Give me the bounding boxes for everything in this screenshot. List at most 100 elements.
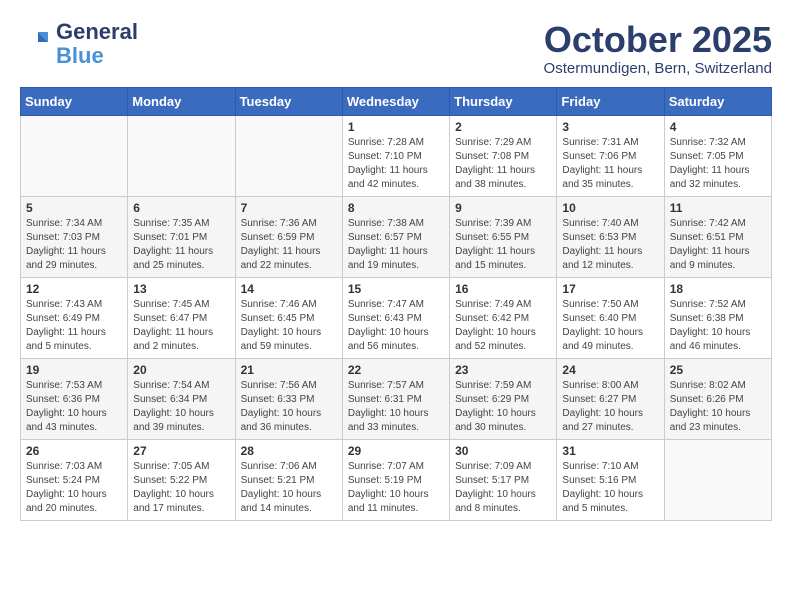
day-header-sunday: Sunday xyxy=(21,87,128,115)
week-row-2: 12 Sunrise: 7:43 AM Sunset: 6:49 PM Dayli… xyxy=(21,277,772,358)
day-number: 18 xyxy=(670,282,766,296)
calendar-cell: 30 Sunrise: 7:09 AM Sunset: 5:17 PM Dayli… xyxy=(450,439,557,520)
day-number: 15 xyxy=(348,282,444,296)
day-number: 26 xyxy=(26,444,122,458)
calendar-cell: 29 Sunrise: 7:07 AM Sunset: 5:19 PM Dayli… xyxy=(342,439,449,520)
header: General Blue October 2025 Ostermundigen,… xyxy=(20,20,772,77)
day-number: 2 xyxy=(455,120,551,134)
day-info: Sunrise: 8:00 AM Sunset: 6:27 PM Dayligh… xyxy=(562,379,658,435)
day-number: 4 xyxy=(670,120,766,134)
day-info: Sunrise: 7:28 AM Sunset: 7:10 PM Dayligh… xyxy=(348,136,444,192)
calendar-cell: 13 Sunrise: 7:45 AM Sunset: 6:47 PM Dayli… xyxy=(128,277,235,358)
day-number: 30 xyxy=(455,444,551,458)
day-header-tuesday: Tuesday xyxy=(235,87,342,115)
day-info: Sunrise: 7:05 AM Sunset: 5:22 PM Dayligh… xyxy=(133,460,229,516)
day-header-monday: Monday xyxy=(128,87,235,115)
day-number: 27 xyxy=(133,444,229,458)
day-info: Sunrise: 7:35 AM Sunset: 7:01 PM Dayligh… xyxy=(133,217,229,273)
calendar-cell: 28 Sunrise: 7:06 AM Sunset: 5:21 PM Dayli… xyxy=(235,439,342,520)
day-number: 29 xyxy=(348,444,444,458)
calendar-cell: 14 Sunrise: 7:46 AM Sunset: 6:45 PM Dayli… xyxy=(235,277,342,358)
calendar-cell: 8 Sunrise: 7:38 AM Sunset: 6:57 PM Daylig… xyxy=(342,196,449,277)
day-info: Sunrise: 7:38 AM Sunset: 6:57 PM Dayligh… xyxy=(348,217,444,273)
day-header-thursday: Thursday xyxy=(450,87,557,115)
day-number: 23 xyxy=(455,363,551,377)
day-number: 16 xyxy=(455,282,551,296)
calendar-cell: 4 Sunrise: 7:32 AM Sunset: 7:05 PM Daylig… xyxy=(664,115,771,196)
day-number: 21 xyxy=(241,363,337,377)
week-row-1: 5Sunrise: 7:34 AM Sunset: 7:03 PM Daylig… xyxy=(21,196,772,277)
day-info: Sunrise: 7:43 AM Sunset: 6:49 PM Dayligh… xyxy=(26,298,122,354)
calendar-cell: 15 Sunrise: 7:47 AM Sunset: 6:43 PM Dayli… xyxy=(342,277,449,358)
day-number: 7 xyxy=(241,201,337,215)
day-info: Sunrise: 7:36 AM Sunset: 6:59 PM Dayligh… xyxy=(241,217,337,273)
calendar-cell: 12 Sunrise: 7:43 AM Sunset: 6:49 PM Dayli… xyxy=(21,277,128,358)
calendar-cell: 6 Sunrise: 7:35 AM Sunset: 7:01 PM Daylig… xyxy=(128,196,235,277)
calendar-cell: 19Sunrise: 7:53 AM Sunset: 6:36 PM Dayli… xyxy=(21,358,128,439)
calendar-cell: 23 Sunrise: 7:59 AM Sunset: 6:29 PM Dayli… xyxy=(450,358,557,439)
calendar-cell: 25 Sunrise: 8:02 AM Sunset: 6:26 PM Dayli… xyxy=(664,358,771,439)
title-section: October 2025 Ostermundigen, Bern, Switze… xyxy=(544,20,772,77)
day-info: Sunrise: 7:31 AM Sunset: 7:06 PM Dayligh… xyxy=(562,136,658,192)
day-info: Sunrise: 7:50 AM Sunset: 6:40 PM Dayligh… xyxy=(562,298,658,354)
day-info: Sunrise: 7:57 AM Sunset: 6:31 PM Dayligh… xyxy=(348,379,444,435)
calendar-cell: 20Sunrise: 7:54 AM Sunset: 6:34 PM Dayli… xyxy=(128,358,235,439)
calendar-cell xyxy=(235,115,342,196)
calendar-cell: 5Sunrise: 7:34 AM Sunset: 7:03 PM Daylig… xyxy=(21,196,128,277)
day-info: Sunrise: 7:47 AM Sunset: 6:43 PM Dayligh… xyxy=(348,298,444,354)
calendar-cell: 2 Sunrise: 7:29 AM Sunset: 7:08 PM Daylig… xyxy=(450,115,557,196)
day-number: 19 xyxy=(26,363,122,377)
calendar-cell: 17 Sunrise: 7:50 AM Sunset: 6:40 PM Dayli… xyxy=(557,277,664,358)
day-number: 28 xyxy=(241,444,337,458)
day-info: Sunrise: 7:49 AM Sunset: 6:42 PM Dayligh… xyxy=(455,298,551,354)
calendar-cell: 16 Sunrise: 7:49 AM Sunset: 6:42 PM Dayli… xyxy=(450,277,557,358)
day-info: Sunrise: 7:07 AM Sunset: 5:19 PM Dayligh… xyxy=(348,460,444,516)
day-info: Sunrise: 7:40 AM Sunset: 6:53 PM Dayligh… xyxy=(562,217,658,273)
day-info: Sunrise: 7:54 AM Sunset: 6:34 PM Dayligh… xyxy=(133,379,229,435)
day-info: Sunrise: 7:39 AM Sunset: 6:55 PM Dayligh… xyxy=(455,217,551,273)
calendar-cell xyxy=(21,115,128,196)
day-number: 1 xyxy=(348,120,444,134)
day-info: Sunrise: 7:56 AM Sunset: 6:33 PM Dayligh… xyxy=(241,379,337,435)
calendar-cell: 3Sunrise: 7:31 AM Sunset: 7:06 PM Daylig… xyxy=(557,115,664,196)
day-number: 22 xyxy=(348,363,444,377)
day-header-friday: Friday xyxy=(557,87,664,115)
calendar: SundayMondayTuesdayWednesdayThursdayFrid… xyxy=(20,87,772,521)
calendar-cell: 7 Sunrise: 7:36 AM Sunset: 6:59 PM Daylig… xyxy=(235,196,342,277)
day-info: Sunrise: 7:09 AM Sunset: 5:17 PM Dayligh… xyxy=(455,460,551,516)
day-number: 5 xyxy=(26,201,122,215)
day-info: Sunrise: 8:02 AM Sunset: 6:26 PM Dayligh… xyxy=(670,379,766,435)
calendar-cell: 31Sunrise: 7:10 AM Sunset: 5:16 PM Dayli… xyxy=(557,439,664,520)
day-info: Sunrise: 7:32 AM Sunset: 7:05 PM Dayligh… xyxy=(670,136,766,192)
day-info: Sunrise: 7:59 AM Sunset: 6:29 PM Dayligh… xyxy=(455,379,551,435)
calendar-cell: 24Sunrise: 8:00 AM Sunset: 6:27 PM Dayli… xyxy=(557,358,664,439)
calendar-cell: 18 Sunrise: 7:52 AM Sunset: 6:38 PM Dayli… xyxy=(664,277,771,358)
logo-icon xyxy=(20,28,52,60)
day-number: 6 xyxy=(133,201,229,215)
day-info: Sunrise: 7:06 AM Sunset: 5:21 PM Dayligh… xyxy=(241,460,337,516)
calendar-cell: 27 Sunrise: 7:05 AM Sunset: 5:22 PM Dayli… xyxy=(128,439,235,520)
day-info: Sunrise: 7:03 AM Sunset: 5:24 PM Dayligh… xyxy=(26,460,122,516)
logo-blue-text: Blue xyxy=(56,43,104,68)
logo: General Blue xyxy=(20,20,138,68)
day-number: 25 xyxy=(670,363,766,377)
calendar-cell: 11Sunrise: 7:42 AM Sunset: 6:51 PM Dayli… xyxy=(664,196,771,277)
logo-general-text: General xyxy=(56,19,138,44)
day-number: 8 xyxy=(348,201,444,215)
day-info: Sunrise: 7:46 AM Sunset: 6:45 PM Dayligh… xyxy=(241,298,337,354)
day-header-wednesday: Wednesday xyxy=(342,87,449,115)
day-number: 14 xyxy=(241,282,337,296)
day-number: 9 xyxy=(455,201,551,215)
day-number: 17 xyxy=(562,282,658,296)
day-number: 11 xyxy=(670,201,766,215)
week-row-4: 26 Sunrise: 7:03 AM Sunset: 5:24 PM Dayli… xyxy=(21,439,772,520)
day-info: Sunrise: 7:52 AM Sunset: 6:38 PM Dayligh… xyxy=(670,298,766,354)
day-number: 13 xyxy=(133,282,229,296)
day-number: 31 xyxy=(562,444,658,458)
day-info: Sunrise: 7:45 AM Sunset: 6:47 PM Dayligh… xyxy=(133,298,229,354)
day-number: 12 xyxy=(26,282,122,296)
month-title: October 2025 xyxy=(544,20,772,60)
day-info: Sunrise: 7:29 AM Sunset: 7:08 PM Dayligh… xyxy=(455,136,551,192)
calendar-cell: 1 Sunrise: 7:28 AM Sunset: 7:10 PM Daylig… xyxy=(342,115,449,196)
day-header-row: SundayMondayTuesdayWednesdayThursdayFrid… xyxy=(21,87,772,115)
